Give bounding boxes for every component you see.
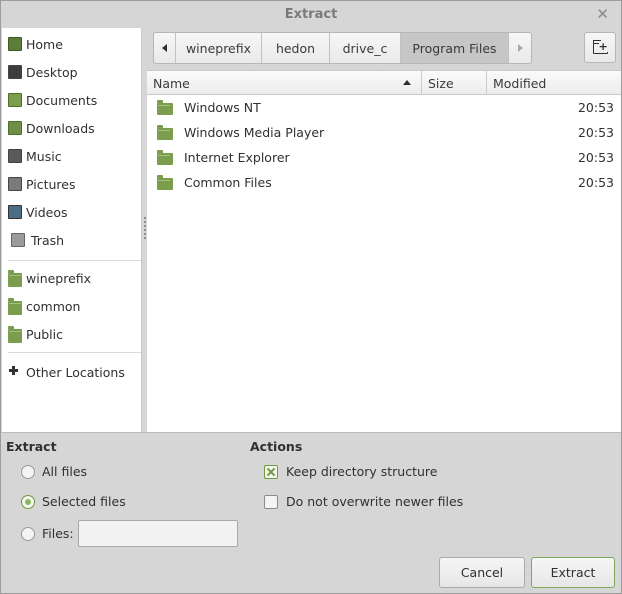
- folder-icon: [8, 325, 22, 343]
- path-scroll-left-button[interactable]: [154, 33, 176, 63]
- folder-icon: [8, 297, 22, 315]
- trash-icon: [11, 233, 25, 247]
- path-segment-hedon[interactable]: hedon: [262, 33, 330, 63]
- file-row[interactable]: Internet Explorer 20:53: [147, 145, 621, 170]
- folder-icon: [8, 269, 22, 287]
- file-row[interactable]: Windows Media Player 20:53: [147, 120, 621, 145]
- extract-dialog: Extract ✕ Home Desktop Documents Downloa…: [0, 0, 622, 594]
- path-segment-program-files[interactable]: Program Files: [401, 33, 509, 63]
- downloads-icon: [8, 121, 22, 135]
- file-name: Common Files: [184, 175, 272, 190]
- videos-icon: [8, 205, 22, 219]
- column-size[interactable]: Size: [422, 71, 487, 95]
- create-folder-button[interactable]: [584, 32, 616, 63]
- all-files-radio[interactable]: [21, 465, 35, 479]
- sort-ascending-icon: [403, 80, 411, 85]
- sidebar-item-label: Trash: [31, 232, 65, 248]
- cancel-button[interactable]: Cancel: [439, 557, 525, 588]
- path-segment-wineprefix[interactable]: wineprefix: [176, 33, 262, 63]
- file-name: Windows Media Player: [184, 125, 325, 140]
- sidebar-item-label: Pictures: [26, 176, 76, 192]
- sidebar-item-label: Downloads: [26, 120, 95, 136]
- sidebar-separator: [8, 260, 141, 261]
- column-size-label: Size: [428, 75, 454, 91]
- sidebar-item-label: Documents: [26, 92, 98, 108]
- window-title: Extract: [284, 7, 338, 22]
- keep-structure-label[interactable]: Keep directory structure: [286, 464, 437, 479]
- file-name: Internet Explorer: [184, 150, 290, 165]
- folder-icon: [157, 175, 173, 190]
- all-files-label[interactable]: All files: [42, 464, 87, 479]
- sidebar-item-label: common: [26, 298, 81, 314]
- file-row[interactable]: Common Files 20:53: [147, 170, 621, 195]
- chevron-left-icon: [162, 44, 167, 52]
- actions-section-title: Actions: [250, 439, 303, 454]
- sidebar-item-label: Desktop: [26, 64, 78, 80]
- home-icon: [8, 37, 22, 51]
- file-row[interactable]: Windows NT 20:53: [147, 95, 621, 120]
- sidebar-item-other-locations[interactable]: Other Locations: [2, 358, 141, 386]
- options-panel: Extract All files Selected files Files: …: [1, 432, 621, 593]
- files-pattern-input[interactable]: [78, 520, 238, 547]
- sidebar-item-desktop[interactable]: Desktop: [2, 58, 141, 86]
- sidebar-item-documents[interactable]: Documents: [2, 86, 141, 114]
- path-bar: wineprefix hedon drive_c Program Files: [153, 32, 532, 64]
- file-modified: 20:53: [577, 175, 614, 190]
- column-name-label: Name: [153, 75, 190, 91]
- desktop-icon: [8, 65, 22, 79]
- file-modified: 20:53: [577, 125, 614, 140]
- path-scroll-right-button[interactable]: [509, 33, 531, 63]
- column-modified[interactable]: Modified: [487, 71, 621, 95]
- file-list[interactable]: Name Size Modified Windows NT 20:53 Wind…: [147, 70, 621, 432]
- sidebar-item-trash[interactable]: Trash: [2, 226, 141, 254]
- pictures-icon: [8, 177, 22, 191]
- sidebar-item-label: Public: [26, 326, 63, 342]
- folder-icon: [157, 125, 173, 140]
- files-pattern-label[interactable]: Files:: [42, 526, 74, 541]
- selected-files-label[interactable]: Selected files: [42, 494, 126, 509]
- grip-handle-icon[interactable]: [144, 217, 146, 241]
- sidebar-item-downloads[interactable]: Downloads: [2, 114, 141, 142]
- no-overwrite-label[interactable]: Do not overwrite newer files: [286, 494, 463, 509]
- folder-icon: [157, 100, 173, 115]
- sidebar-item-public[interactable]: Public: [2, 320, 141, 348]
- sidebar-item-wineprefix[interactable]: wineprefix: [2, 264, 141, 292]
- sidebar-item-home[interactable]: Home: [2, 30, 141, 58]
- sidebar-item-label: wineprefix: [26, 270, 92, 286]
- music-icon: [8, 149, 22, 163]
- extract-section-title: Extract: [6, 439, 57, 454]
- sidebar-item-common[interactable]: common: [2, 292, 141, 320]
- close-icon[interactable]: ✕: [596, 5, 609, 23]
- sidebar-item-music[interactable]: Music: [2, 142, 141, 170]
- extract-button[interactable]: Extract: [531, 557, 615, 588]
- keep-structure-checkbox[interactable]: [264, 465, 278, 479]
- file-modified: 20:53: [577, 100, 614, 115]
- sidebar-item-label: Music: [26, 148, 62, 164]
- new-folder-icon: [592, 40, 608, 54]
- sidebar-item-label: Other Locations: [26, 364, 125, 380]
- selected-files-radio[interactable]: [21, 495, 35, 509]
- places-sidebar: Home Desktop Documents Downloads Music P…: [2, 28, 142, 432]
- sidebar-item-label: Home: [26, 36, 63, 52]
- column-modified-label: Modified: [493, 75, 547, 91]
- files-pattern-radio[interactable]: [21, 527, 35, 541]
- no-overwrite-checkbox[interactable]: [264, 495, 278, 509]
- sidebar-item-videos[interactable]: Videos: [2, 198, 141, 226]
- path-segment-drive-c[interactable]: drive_c: [330, 33, 401, 63]
- sidebar-item-label: Videos: [26, 204, 68, 220]
- plus-icon: [8, 365, 22, 379]
- sidebar-separator: [8, 352, 141, 353]
- sidebar-item-pictures[interactable]: Pictures: [2, 170, 141, 198]
- column-name[interactable]: Name: [147, 71, 422, 95]
- title-bar[interactable]: Extract ✕: [1, 1, 621, 28]
- folder-icon: [157, 150, 173, 165]
- documents-icon: [8, 93, 22, 107]
- file-modified: 20:53: [577, 150, 614, 165]
- column-header: Name Size Modified: [147, 71, 621, 95]
- file-name: Windows NT: [184, 100, 261, 115]
- chevron-right-icon: [517, 44, 523, 52]
